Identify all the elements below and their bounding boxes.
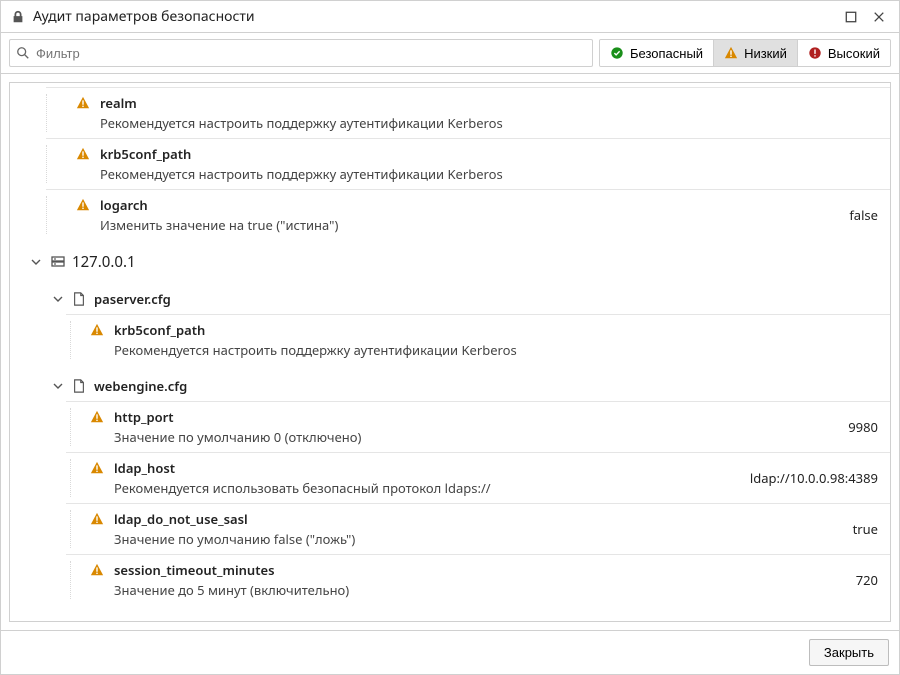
audit-tree[interactable]: realm Рекомендуется настроить поддержку … <box>10 83 890 621</box>
high-icon <box>808 46 822 60</box>
warn-icon <box>76 147 90 161</box>
audit-item[interactable]: krb5conf_path Рекомендуется настроить по… <box>46 138 890 189</box>
param-hint: Значение до 5 минут (включительно) <box>114 581 844 599</box>
param-value: ldap://10.0.0.98:4389 <box>738 469 878 487</box>
param-value: 9980 <box>836 418 878 436</box>
level-safe-button[interactable]: Безопасный <box>600 40 713 66</box>
param-hint: Рекомендуется настроить поддержку аутент… <box>114 341 866 359</box>
tree-line <box>70 408 90 446</box>
file-label: paserver.cfg <box>94 290 171 308</box>
tree-line <box>70 321 90 359</box>
tree-line <box>70 510 90 548</box>
param-name: session_timeout_minutes <box>114 561 844 579</box>
filter-field[interactable] <box>9 39 593 67</box>
param-name: ldap_host <box>114 459 738 477</box>
param-name: logarch <box>100 196 837 214</box>
titlebar: Аудит параметров безопасности <box>1 1 899 33</box>
audit-item[interactable]: realm Рекомендуется настроить поддержку … <box>46 87 890 138</box>
safe-icon <box>610 46 624 60</box>
param-name: krb5conf_path <box>100 145 866 163</box>
audit-item[interactable]: krb5conf_path Рекомендуется настроить по… <box>66 314 890 365</box>
host-label: 127.0.0.1 <box>72 252 136 272</box>
content-wrap: realm Рекомендуется настроить поддержку … <box>1 74 899 630</box>
audit-item-body: krb5conf_path Рекомендуется настроить по… <box>100 145 866 183</box>
file-items: http_port Значение по умолчанию 0 (отклю… <box>10 401 890 605</box>
audit-item[interactable]: logarch Изменить значение на true ("исти… <box>46 189 890 240</box>
window: Аудит параметров безопасности Безопасный <box>0 0 900 675</box>
server-icon <box>50 255 64 269</box>
warn-icon <box>724 46 738 60</box>
tree-line <box>46 145 76 183</box>
tree-line <box>46 196 76 234</box>
content-border: realm Рекомендуется настроить поддержку … <box>9 82 891 622</box>
param-name: http_port <box>114 408 836 426</box>
orphan-items: realm Рекомендуется настроить поддержку … <box>10 87 890 240</box>
level-toggle-group: Безопасный Низкий Высокий <box>599 39 891 67</box>
audit-item[interactable]: session_timeout_minutes Значение до 5 ми… <box>66 554 890 605</box>
warn-icon <box>76 96 90 110</box>
audit-item[interactable]: ldap_do_not_use_sasl Значение по умолчан… <box>66 503 890 554</box>
file-node[interactable]: webengine.cfg <box>10 371 890 401</box>
footer: Закрыть <box>1 630 899 674</box>
tree-line <box>46 94 76 132</box>
param-value: true <box>841 520 878 538</box>
level-high-button[interactable]: Высокий <box>797 40 890 66</box>
param-hint: Рекомендуется использовать безопасный пр… <box>114 479 738 497</box>
close-dialog-button[interactable]: Закрыть <box>809 639 889 666</box>
document-icon <box>72 379 86 393</box>
warn-icon <box>90 461 104 475</box>
search-icon <box>16 46 30 60</box>
chevron-down-icon[interactable] <box>52 380 64 392</box>
warn-icon <box>90 323 104 337</box>
param-hint: Значение по умолчанию false ("ложь") <box>114 530 841 548</box>
param-hint: Рекомендуется настроить поддержку аутент… <box>100 165 866 183</box>
audit-item-body: session_timeout_minutes Значение до 5 ми… <box>114 561 844 599</box>
audit-item-body: logarch Изменить значение на true ("исти… <box>100 196 837 234</box>
audit-item-body: krb5conf_path Рекомендуется настроить по… <box>114 321 866 359</box>
level-safe-label: Безопасный <box>630 46 703 61</box>
warn-icon <box>90 512 104 526</box>
file-node[interactable]: paserver.cfg <box>10 284 890 314</box>
warn-icon <box>90 563 104 577</box>
param-hint: Значение по умолчанию 0 (отключено) <box>114 428 836 446</box>
level-low-button[interactable]: Низкий <box>713 40 797 66</box>
param-name: krb5conf_path <box>114 321 866 339</box>
file-items: krb5conf_path Рекомендуется настроить по… <box>10 314 890 365</box>
level-high-label: Высокий <box>828 46 880 61</box>
param-value: false <box>837 206 878 224</box>
param-hint: Рекомендуется настроить поддержку аутент… <box>100 114 866 132</box>
close-button[interactable] <box>869 7 889 27</box>
chevron-down-icon[interactable] <box>52 293 64 305</box>
param-name: realm <box>100 94 866 112</box>
maximize-button[interactable] <box>841 7 861 27</box>
tree-line <box>70 561 90 599</box>
warn-icon <box>76 198 90 212</box>
chevron-down-icon[interactable] <box>30 256 42 268</box>
level-low-label: Низкий <box>744 46 787 61</box>
tree-line <box>70 459 90 497</box>
audit-item-body: realm Рекомендуется настроить поддержку … <box>100 94 866 132</box>
audit-item-body: ldap_do_not_use_sasl Значение по умолчан… <box>114 510 841 548</box>
warn-icon <box>90 410 104 424</box>
audit-item[interactable]: http_port Значение по умолчанию 0 (отклю… <box>66 401 890 452</box>
lock-icon <box>11 10 25 24</box>
audit-item[interactable]: ldap_host Рекомендуется использовать без… <box>66 452 890 503</box>
param-name: ldap_do_not_use_sasl <box>114 510 841 528</box>
host-node[interactable]: 127.0.0.1 <box>10 246 890 278</box>
toolbar: Безопасный Низкий Высокий <box>1 33 899 74</box>
filter-input[interactable] <box>30 46 586 61</box>
audit-item-body: ldap_host Рекомендуется использовать без… <box>114 459 738 497</box>
file-label: webengine.cfg <box>94 377 187 395</box>
param-value: 720 <box>844 571 878 589</box>
audit-item-body: http_port Значение по умолчанию 0 (отклю… <box>114 408 836 446</box>
document-icon <box>72 292 86 306</box>
window-title: Аудит параметров безопасности <box>33 7 833 26</box>
param-hint: Изменить значение на true ("истина") <box>100 216 837 234</box>
